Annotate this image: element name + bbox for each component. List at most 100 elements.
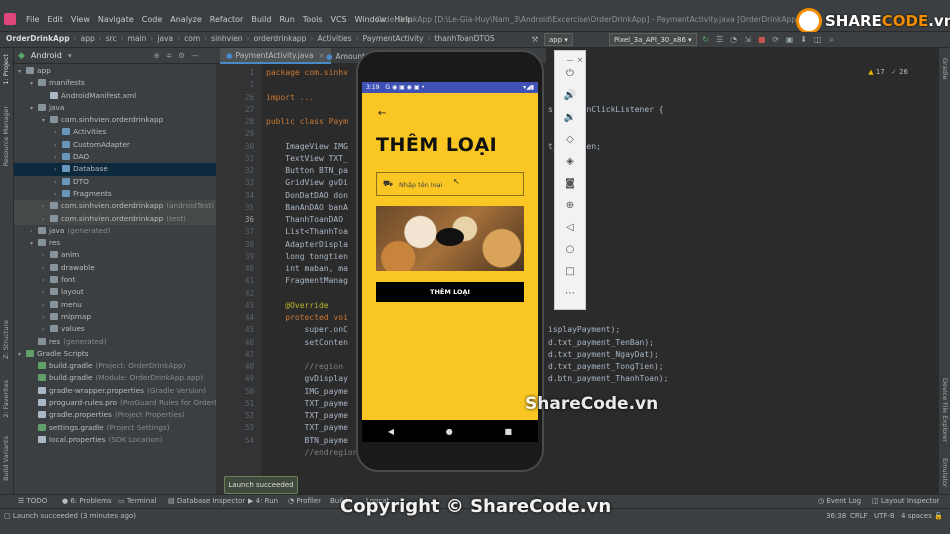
tool-tab-build-variants[interactable]: Build Variants — [2, 436, 10, 481]
menu-code[interactable]: Code — [138, 15, 166, 24]
breadcrumb-item[interactable]: main — [128, 34, 147, 43]
volume-up-icon[interactable]: 🔊 — [563, 89, 577, 103]
tool-problems[interactable]: ● 6: Problems — [62, 497, 112, 505]
breadcrumb-item[interactable]: Activities — [317, 34, 351, 43]
back-arrow-icon[interactable]: ← — [378, 108, 386, 119]
tree-item[interactable]: › com.sinhvien.orderdrinkapp (androidTest) — [14, 200, 216, 213]
hammer-icon[interactable]: ⚒ — [530, 35, 540, 45]
tree-item[interactable]: › layout — [14, 286, 216, 298]
menu-file[interactable]: File — [22, 15, 43, 24]
category-name-input[interactable]: ⛟ Nhập tên loại ↖ — [376, 172, 524, 196]
tool-tab-gradle[interactable]: Gradle — [941, 58, 949, 80]
file-encoding[interactable]: UTF-8 — [874, 512, 894, 520]
tree-item[interactable]: build.gradle (Module: OrderDrinkApp.app) — [14, 372, 216, 384]
chevron-down-icon[interactable]: ▾ — [68, 51, 72, 60]
hide-icon[interactable]: — — [191, 51, 199, 60]
tool-database-inspector[interactable]: ▤ Database Inspector — [168, 497, 245, 505]
tree-item[interactable]: ▾ Gradle Scripts — [14, 348, 216, 360]
tool-tab-emulator[interactable]: Emulator — [941, 458, 949, 488]
tree-item[interactable]: AndroidManifest.xml — [14, 90, 216, 102]
tool-tab-favorites[interactable]: 2: Favorites — [2, 380, 10, 418]
tree-item[interactable]: gradle.properties (Project Properties) — [14, 409, 216, 421]
tree-item[interactable]: › com.sinhvien.orderdrinkapp (test) — [14, 212, 216, 225]
menu-refactor[interactable]: Refactor — [206, 15, 248, 24]
tree-item[interactable]: › values — [14, 323, 216, 335]
volume-down-icon[interactable]: 🔉 — [563, 111, 577, 125]
caret-position[interactable]: 36:38 — [826, 512, 846, 520]
menu-edit[interactable]: Edit — [43, 15, 67, 24]
tree-item[interactable]: › drawable — [14, 262, 216, 274]
locate-icon[interactable]: ⊕ — [154, 51, 160, 60]
tree-item[interactable]: res (generated) — [14, 336, 216, 348]
tool-terminal[interactable]: ▭ Terminal — [118, 497, 156, 505]
profile-icon[interactable]: ◔ — [729, 35, 739, 45]
rotate-right-icon[interactable]: ◈ — [563, 155, 577, 169]
project-view-select[interactable]: Android — [31, 51, 62, 60]
breadcrumb-item[interactable]: OrderDrinkApp — [6, 34, 70, 43]
tool-tab-project[interactable]: 1: Project — [2, 54, 10, 85]
tree-item[interactable]: build.gradle (Project: OrderDrinkApp) — [14, 360, 216, 372]
tree-item[interactable]: › menu — [14, 299, 216, 311]
tree-item[interactable]: › Fragments — [14, 188, 216, 200]
avd-manager-icon[interactable]: ▣ — [785, 35, 795, 45]
tree-item[interactable]: › DTO — [14, 176, 216, 188]
tool-profiler[interactable]: ◔ Profiler — [288, 497, 321, 505]
indent-setting[interactable]: 4 spaces — [901, 512, 932, 520]
tool-layout-inspector[interactable]: ◫ Layout Inspector — [872, 497, 940, 505]
nav-home-icon[interactable]: ● — [446, 427, 453, 436]
home-icon[interactable]: ○ — [563, 243, 577, 257]
gear-icon[interactable]: ⚙ — [178, 51, 185, 60]
layout-inspector-icon[interactable]: ◫ — [813, 35, 823, 45]
tree-item[interactable]: › java (generated) — [14, 225, 216, 237]
inspection-widget[interactable]: ▲ 17 ✓ 26 — [868, 68, 908, 76]
tree-item[interactable]: › Database — [14, 163, 216, 176]
debug-icon[interactable]: ☰ — [715, 35, 725, 45]
breadcrumb-item[interactable]: src — [106, 34, 117, 43]
run-icon[interactable]: ↻ — [701, 35, 711, 45]
line-separator[interactable]: CRLF — [850, 512, 868, 520]
close-icon[interactable]: × — [573, 53, 587, 67]
breadcrumb-item[interactable]: sinhvien — [211, 34, 242, 43]
menu-navigate[interactable]: Navigate — [94, 15, 138, 24]
tool-tab-structure[interactable]: Z: Structure — [2, 320, 10, 359]
back-icon[interactable]: ◁ — [563, 221, 577, 235]
menu-tools[interactable]: Tools — [299, 15, 327, 24]
menu-build[interactable]: Build — [247, 15, 275, 24]
tree-item[interactable]: ▾ com.sinhvien.orderdrinkapp — [14, 114, 216, 126]
lock-icon[interactable]: 🔓 — [934, 512, 943, 520]
attach-icon[interactable]: ⇲ — [743, 35, 753, 45]
tree-item[interactable]: › DAO — [14, 151, 216, 163]
tree-item[interactable]: › Activities — [14, 126, 216, 138]
tab-payment-activity[interactable]: ● PaymentActivity.java × — [220, 48, 331, 64]
nav-back-icon[interactable]: ◀ — [388, 427, 394, 436]
code-editor-right[interactable]: ▲ 17 ✓ 26 s View.OnClickListener {t_Tong… — [546, 48, 938, 494]
add-category-button[interactable]: THÊM LOẠI — [376, 282, 524, 302]
search-icon[interactable]: ⌕ — [827, 35, 837, 45]
tree-item[interactable]: proguard-rules.pro (ProGuard Rules for Or… — [14, 397, 234, 409]
tool-run[interactable]: ▶ 4: Run — [248, 497, 278, 505]
tree-item[interactable]: › anim — [14, 249, 216, 261]
breadcrumb-item[interactable]: thanhToanDTOS — [435, 34, 495, 43]
tree-item[interactable]: › font — [14, 274, 216, 286]
tree-item[interactable]: ▾ app — [14, 65, 216, 77]
tool-tab-resource-manager[interactable]: Resource Manager — [2, 106, 10, 166]
menu-view[interactable]: View — [67, 15, 94, 24]
overview-icon[interactable]: □ — [563, 265, 577, 279]
tool-todo[interactable]: ☰ TODO — [18, 497, 47, 505]
tree-item[interactable]: ▾ res — [14, 237, 216, 249]
rotate-left-icon[interactable]: ◇ — [563, 133, 577, 147]
breadcrumb-item[interactable]: com — [184, 34, 200, 43]
device-select[interactable]: Pixel_3a_API_30_x86 ▾ — [608, 33, 697, 46]
menu-analyze[interactable]: Analyze — [166, 15, 206, 24]
sync-icon[interactable]: ⟳ — [771, 35, 781, 45]
zoom-icon[interactable]: ⊕ — [563, 199, 577, 213]
power-icon[interactable]: ⏻ — [563, 67, 577, 81]
more-icon[interactable]: ⋯ — [563, 287, 577, 301]
tree-item[interactable]: gradle-wrapper.properties (Gradle Version… — [14, 385, 216, 397]
breadcrumb-item[interactable]: PaymentActivity — [363, 34, 424, 43]
category-image[interactable] — [376, 206, 524, 271]
menu-vcs[interactable]: VCS — [327, 15, 351, 24]
sdk-manager-icon[interactable]: ⬇ — [799, 35, 809, 45]
camera-icon[interactable]: ◙ — [563, 177, 577, 191]
stop-icon[interactable]: ■ — [757, 35, 767, 45]
